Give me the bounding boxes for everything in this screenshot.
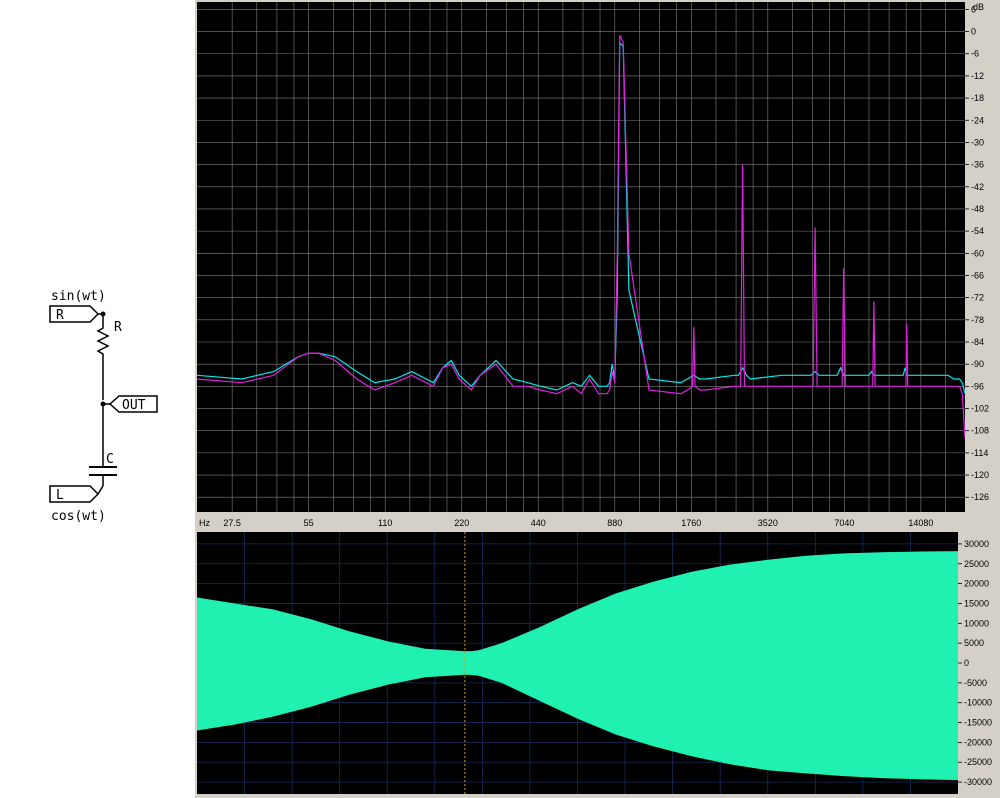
circuit-schematic: sin(wt) R R OUT C L cos(wt) — [0, 0, 195, 798]
freq-tick-label: 14080 — [908, 518, 933, 528]
db-tick-label: -24 — [971, 115, 984, 125]
freq-tick-label: 7040 — [834, 518, 854, 528]
db-tick-label: 0 — [971, 27, 976, 37]
capacitor-label: C — [106, 452, 114, 467]
db-tick-label: -72 — [971, 293, 984, 303]
db-tick-label: -60 — [971, 248, 984, 258]
freq-tick-label: 27.5 — [223, 518, 241, 528]
db-tick-label: -114 — [971, 448, 988, 458]
db-tick-label: -54 — [971, 226, 984, 236]
input-l-label: L — [56, 488, 64, 503]
schematic-drawing: sin(wt) R R OUT C L cos(wt) — [49, 289, 158, 524]
db-tick-label: -78 — [971, 315, 984, 325]
amplitude-tick-label: 15000 — [964, 598, 989, 608]
db-tick-label: -96 — [971, 381, 984, 391]
db-tick-label: -126 — [971, 492, 989, 502]
freq-tick-label: 110 — [378, 518, 392, 528]
input-r-label: R — [56, 308, 64, 323]
amplitude-tick-label: 25000 — [964, 559, 989, 569]
spectrum-analyzer: dB 6 0 -6 -12 -18 -24 -30 -36 -42 -48 -54 -60 -66 -72… — [195, 0, 1000, 530]
db-tick-label: -102 — [971, 404, 989, 414]
output-label: OUT — [122, 398, 146, 413]
db-tick-label: -90 — [971, 359, 984, 369]
freq-tick-label: 440 — [531, 518, 546, 528]
amplitude-tick-label: 10000 — [964, 618, 989, 628]
waveform-view: 30000 25000 20000 15000 10000 5000 0 -5000 -1000… — [195, 530, 1000, 798]
hz-unit-label: Hz — [199, 518, 210, 528]
amplitude-tick-label: -5000 — [964, 678, 987, 688]
db-tick-label: -48 — [971, 204, 984, 214]
db-tick-label: -108 — [971, 426, 989, 436]
resistor-label: R — [114, 320, 122, 335]
db-tick-label: -30 — [971, 137, 984, 147]
spectrum-plot-area — [197, 2, 965, 512]
amplitude-tick-label: -10000 — [964, 698, 992, 708]
db-tick-label: -120 — [971, 470, 989, 480]
amplitude-tick-label: 0 — [964, 658, 969, 668]
db-tick-label: -6 — [971, 49, 979, 59]
freq-tick-label: 3520 — [758, 518, 778, 528]
db-tick-label: -36 — [971, 160, 984, 170]
db-tick-label: -12 — [971, 71, 984, 81]
amplitude-tick-label: -30000 — [964, 777, 992, 787]
amplitude-tick-label: 5000 — [964, 638, 984, 648]
amplitude-tick-label: 20000 — [964, 579, 989, 589]
db-tick-label: -66 — [971, 270, 984, 280]
resistor — [96, 314, 110, 400]
cos-source-label: cos(wt) — [51, 509, 106, 524]
amplitude-tick-label: -20000 — [964, 737, 992, 747]
amplitude-tick-label: -25000 — [964, 757, 992, 767]
freq-tick-label: 1760 — [681, 518, 701, 528]
freq-tick-label: 55 — [304, 518, 314, 528]
waveform-plot: 30000 25000 20000 15000 10000 5000 0 -5000 -1000… — [197, 532, 998, 794]
amplitude-tick-label: -15000 — [964, 718, 992, 728]
db-tick-label: 6 — [971, 4, 976, 14]
db-tick-label: -84 — [971, 337, 984, 347]
spectrum-plot: dB 60-6-12-18-24-30-36-42-48-54-60-66-72… — [196, 2, 998, 528]
sin-source-label: sin(wt) — [51, 289, 106, 304]
freq-tick-label: 220 — [454, 518, 469, 528]
db-tick-label: -18 — [971, 93, 984, 103]
amplitude-tick-label: 30000 — [964, 539, 989, 549]
freq-scale-panel — [197, 512, 998, 528]
db-tick-label: -42 — [971, 182, 984, 192]
freq-tick-label: 880 — [607, 518, 622, 528]
